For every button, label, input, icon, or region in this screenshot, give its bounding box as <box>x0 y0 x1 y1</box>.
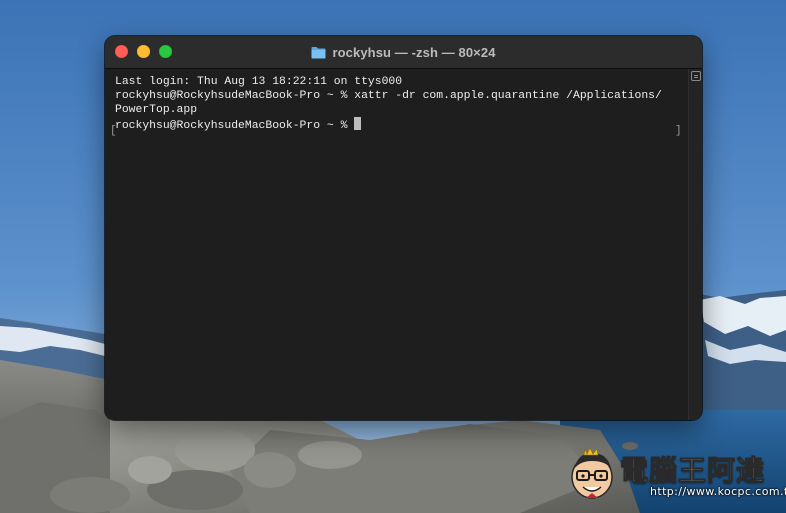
terminal-content[interactable]: [ ] Last login: Thu Aug 13 18:22:11 on t… <box>105 69 688 420</box>
terminal-prompt-line[interactable]: rockyhsu@RockyhsudeMacBook-Pro ~ % <box>115 117 362 133</box>
terminal-line: Last login: Thu Aug 13 18:22:11 on ttys0… <box>115 76 403 88</box>
scrollbar[interactable] <box>688 69 702 420</box>
mascot-logo-icon <box>571 447 613 499</box>
terminal-window: rockyhsu — -zsh — 80×24 [ ] Last login: … <box>105 36 702 420</box>
selection-bracket-right: ] <box>675 125 682 137</box>
watermark-text: 電腦王阿達 <box>619 454 766 488</box>
terminal-line: rockyhsu@RockyhsudeMacBook-Pro ~ % xattr… <box>115 90 662 102</box>
window-titlebar[interactable]: rockyhsu — -zsh — 80×24 <box>105 36 702 69</box>
watermark-url: http://www.kocpc.com.tw <box>650 485 786 498</box>
folder-icon <box>311 46 326 58</box>
text-cursor <box>354 117 362 130</box>
window-title-text: rockyhsu — -zsh — 80×24 <box>332 44 496 60</box>
window-title: rockyhsu — -zsh — 80×24 <box>105 36 702 68</box>
terminal-line: PowerTop.app <box>115 104 198 116</box>
watermark: 電腦王阿達 http://www.kocpc.com.tw <box>566 444 786 506</box>
scroll-marks-icon[interactable] <box>691 71 701 81</box>
terminal-prompt: rockyhsu@RockyhsudeMacBook-Pro ~ % <box>115 120 355 132</box>
